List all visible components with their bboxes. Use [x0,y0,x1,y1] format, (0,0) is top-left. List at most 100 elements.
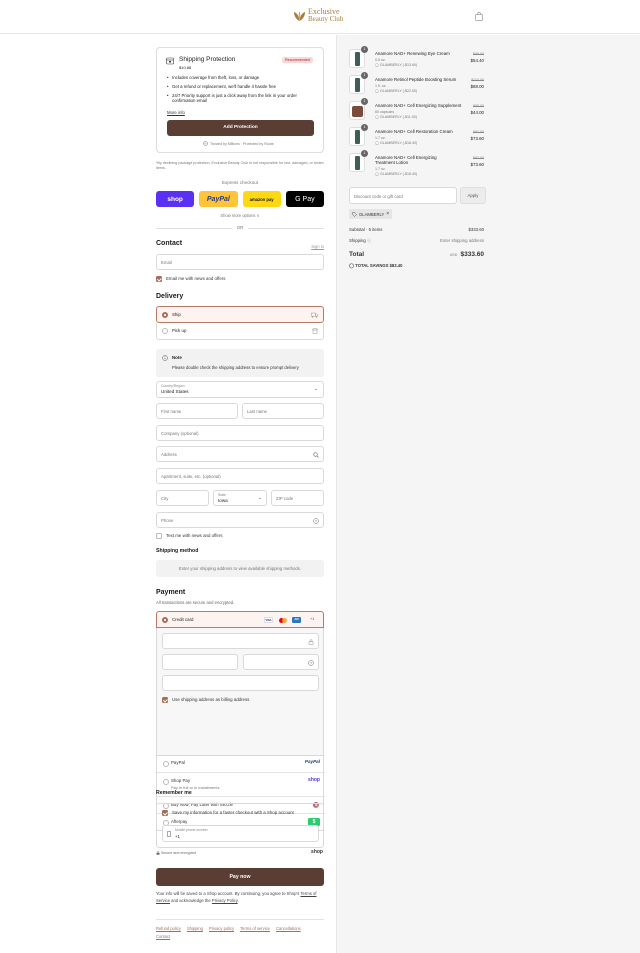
footer-divider [156,919,324,920]
privacy-link[interactable]: Privacy Policy [212,898,238,903]
save-info-checkbox[interactable] [162,810,168,816]
first-name-field[interactable]: First name [156,403,238,419]
shop-pay-radio[interactable] [163,779,169,785]
paypal-radio[interactable] [163,761,169,767]
ship-radio[interactable] [162,312,168,318]
text-news-label: Text me with news and offers [166,533,223,538]
express-checkout-buttons: shop PayPal amazon pay G Pay [156,191,324,207]
zip-field[interactable]: ZIP code [271,490,324,506]
product-name: Anamore NAD+ Cell Restoration Cream [375,129,453,134]
paypal-option[interactable]: PayPal PayPal [157,755,325,772]
shop-logo: shop [308,777,320,783]
legal-before: Your info will be saved to a Shop accoun… [156,891,300,896]
remove-discount-icon[interactable]: × [386,211,389,217]
delivery-note: Note Please double check the shipping ad… [156,349,324,377]
subtotal-label: Subtotal · 5 items [349,227,383,232]
pickup-option[interactable]: Pick up [156,323,324,340]
package-icon [166,57,174,65]
help-icon[interactable]: ⓘ [367,238,371,243]
card-form: ? Use shipping address as billing addres… [156,628,324,756]
original-price: $55.00 [473,104,484,108]
payment-heading: Payment [156,589,186,596]
product-discount: ◯ GLAMBERLY (-$18.40) [375,141,418,145]
discount-tag: GLAMBERLY × [349,209,393,219]
email-field[interactable]: Email [156,254,324,270]
country-select[interactable]: Country/Region United States ⌄ [156,381,324,398]
original-price: $110.00 [471,78,484,82]
contact-heading: Contact [156,240,183,247]
legal-end: . [237,897,239,903]
pickup-radio[interactable] [162,328,168,334]
header: Exclusive Beauty Club [0,0,640,34]
billing-checkbox[interactable] [162,697,168,703]
apply-button[interactable]: Apply [460,187,486,204]
product-variant: 1 fl. oz. [375,84,387,88]
more-info-link[interactable]: More info [167,110,185,115]
text-news-checkbox[interactable] [156,533,162,539]
ship-label: Ship [172,312,181,317]
email-placeholder: Email [161,260,172,265]
info-icon [162,355,168,361]
total-row: Total USD $333.60 [349,251,484,258]
name-on-card-field[interactable] [162,675,319,691]
news-checkbox[interactable] [156,276,162,282]
amazon-pay-button[interactable]: amazon pay [242,191,281,207]
card-number-field[interactable] [162,633,319,649]
address-field[interactable]: Address [156,446,324,462]
credit-card-option[interactable]: Credit card VISA AM +1 [156,611,324,628]
discounted-price: $44.00 [470,110,484,115]
currency-code: USD [449,253,458,257]
refund-policy-link[interactable]: Refund policy [156,926,181,931]
discounted-price: $88.00 [470,84,484,89]
last-name-field[interactable]: Last name [242,403,324,419]
savings-row: ◯ TOTAL SAVINGS $83.40 [349,263,484,269]
quantity-badge: 1 [361,98,368,105]
mastercard-icon [278,617,288,623]
google-pay-button[interactable]: G Pay [285,191,324,207]
state-value: Iowa [218,498,228,503]
help-icon[interactable]: ? [308,660,314,666]
remember-box: Save my information for a faster checkou… [156,803,324,848]
mobile-phone-field[interactable]: Mobile phone number +1 [162,825,319,842]
city-field[interactable]: City [156,490,209,506]
lock-icon [308,639,314,645]
discount-code-field[interactable]: Discount code or gift card [349,187,457,204]
savings-value: $83.40 [389,263,403,268]
terms-of-service-link[interactable]: Terms of service [240,926,270,931]
show-more-options-link[interactable]: Show more options ∨ [156,213,324,218]
shopping-bag-icon[interactable] [475,12,483,21]
original-price: $92.00 [473,156,484,160]
security-code-field[interactable]: ? [243,654,319,670]
discounted-price: $73.60 [470,162,484,167]
zip-placeholder: ZIP code [276,496,294,501]
credit-card-radio[interactable] [162,617,168,623]
help-icon[interactable]: ? [313,518,319,524]
cancellations-link[interactable]: Cancellations [276,926,301,931]
leaf-logo-icon [294,10,305,21]
shipping-label: Shipping [349,238,366,243]
product-name: Anamore NAD+ Cell Energizing Treatment L… [375,155,437,166]
expiry-field[interactable] [162,654,238,670]
news-label: Email me with news and offers [166,276,226,281]
savings-tag-icon: ◯ [349,263,355,268]
brand-logo[interactable]: Exclusive Beauty Club [293,8,343,23]
shield-check-icon [203,141,208,146]
shipping-method-heading: Shipping method [156,548,199,554]
product-name: Anamore Retinol Peptide Boosting Serum [375,77,457,82]
ship-option[interactable]: Ship [156,306,324,323]
pay-now-button[interactable]: Pay now [156,868,324,886]
sign-in-link[interactable]: Sign in [311,244,324,249]
paypal-button[interactable]: PayPal [199,191,238,207]
privacy-policy-link[interactable]: Privacy policy [209,926,234,931]
apartment-field[interactable]: Apartment, suite, etc. (optional) [156,468,324,484]
phone-field[interactable]: Phone ? [156,512,324,528]
company-field[interactable]: Company (optional) [156,425,324,441]
shop-pay-button[interactable]: shop [156,191,195,207]
state-select[interactable]: State Iowa ⌄ [213,490,267,506]
savings-label: TOTAL SAVINGS [355,263,389,268]
contact-link[interactable]: Contact [156,934,170,939]
benefit-item: 24/7 Priority support is just a click aw… [167,93,317,103]
add-protection-button[interactable]: Add Protection [167,120,314,136]
shipping-link[interactable]: Shipping [187,926,203,931]
product-variant: 1.7 oz. [375,167,386,171]
